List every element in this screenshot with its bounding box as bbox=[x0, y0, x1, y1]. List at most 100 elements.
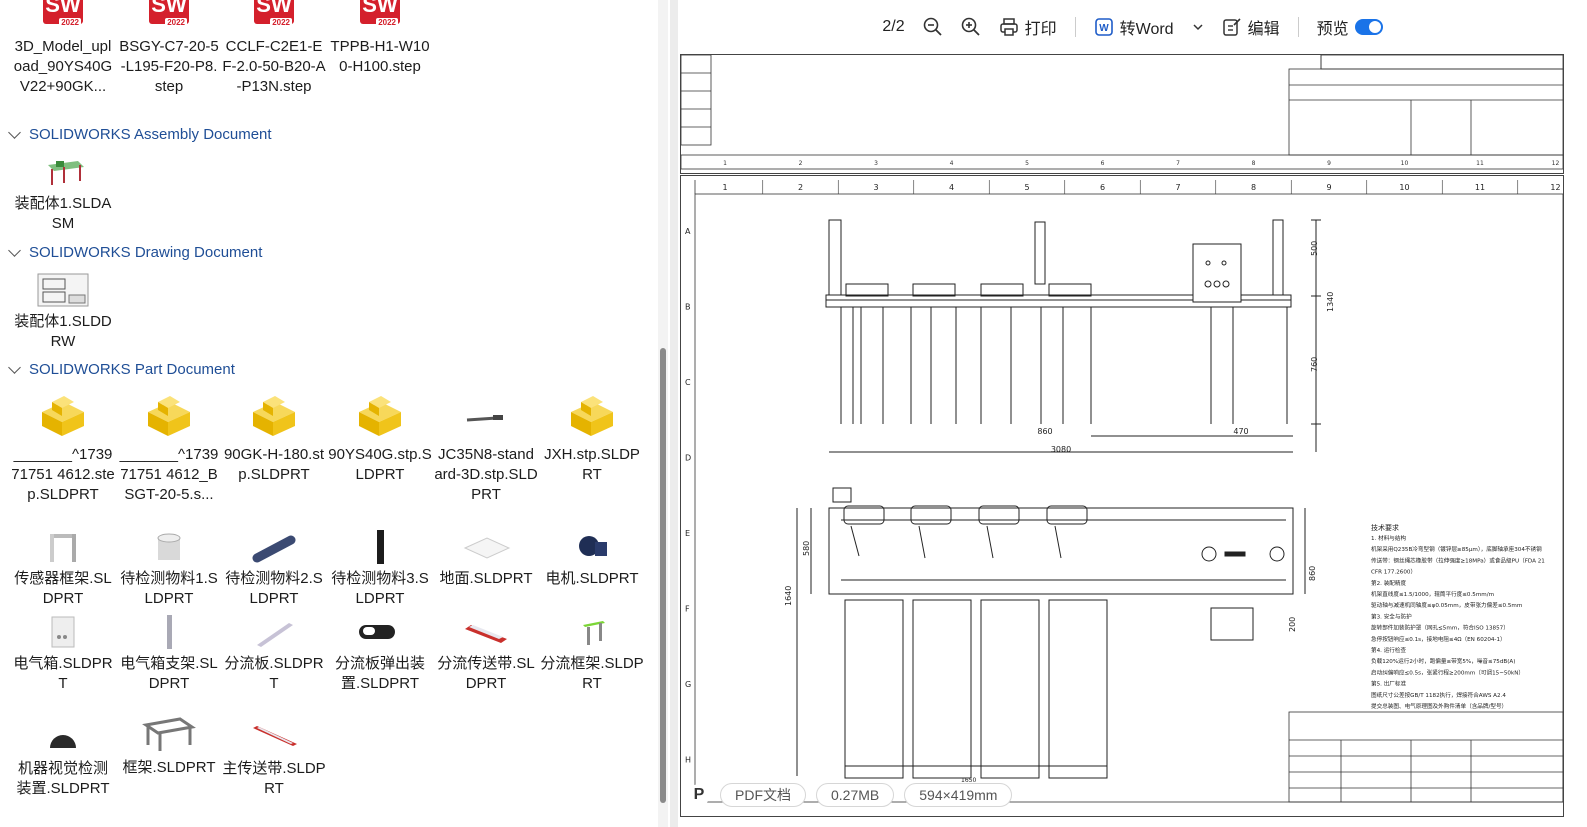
zoom-out-button[interactable] bbox=[923, 17, 943, 37]
note-line: 机架直线度≤1.5/1000，辊筒平行度≤0.5mm/m bbox=[1371, 590, 1494, 598]
file-name: JXH.stp.SLDPRT bbox=[544, 446, 640, 483]
print-label: 打印 bbox=[1024, 21, 1057, 38]
file-item[interactable]: 待检测物料2.SLDPRT bbox=[222, 530, 326, 609]
file-item[interactable]: JC35N8-standard-3D.stp.SLDPRT bbox=[434, 390, 538, 505]
file-item[interactable]: 分流板弹出装置.SLDPRT bbox=[328, 615, 432, 694]
file-item[interactable]: 待检测物料3.SLDPRT bbox=[328, 530, 432, 609]
sensor-frame-icon bbox=[34, 530, 92, 566]
file-item[interactable]: _______^173971751 4612.step.SLDPRT bbox=[11, 390, 115, 505]
file-item[interactable]: _______^173971751 4612_BSGT-20-5.s... bbox=[117, 390, 221, 505]
grid-col-label: 6 bbox=[1101, 160, 1105, 167]
file-item[interactable]: 传感器框架.SLDPRT bbox=[11, 530, 115, 609]
drawing-thumbnail-icon bbox=[34, 273, 92, 309]
file-item[interactable]: SW 2022 BSGY-C7-20-5-L195-F20-P8.step bbox=[117, 0, 221, 97]
file-item[interactable]: 机器视觉检测装置.SLDPRT bbox=[11, 720, 115, 799]
edit-icon bbox=[1222, 18, 1241, 36]
file-item[interactable]: 分流板.SLDPRT bbox=[222, 615, 326, 694]
file-name: 电气箱.SLDPRT bbox=[13, 655, 113, 692]
part-icon bbox=[245, 390, 303, 442]
file-item[interactable]: 电机.SLDPRT bbox=[540, 530, 644, 589]
dimension-860-plan: 860 bbox=[1308, 566, 1317, 581]
group-header-assembly[interactable]: SOLIDWORKS Assembly Document bbox=[8, 126, 272, 143]
toolbar-separator bbox=[1297, 17, 1299, 37]
file-item[interactable]: SW 2022 CCLF-C2E1-EF-2.0-50-B20-A-P13N.st… bbox=[222, 0, 326, 97]
toggle-switch[interactable] bbox=[1354, 19, 1383, 35]
file-item[interactable]: 分流传送带.SLDPRT bbox=[434, 615, 538, 694]
dimension-1640: 1640 bbox=[784, 586, 793, 606]
bar-part-icon bbox=[351, 530, 409, 566]
file-name: 电气箱支架.SLDPRT bbox=[120, 655, 218, 692]
ejector-device-icon bbox=[351, 615, 409, 651]
note-line: 急停按钮响应≤0.1s，接地电阻≤4Ω（EN 60204-1） bbox=[1371, 635, 1506, 643]
divert-frame-icon bbox=[563, 615, 621, 651]
file-name: 待检测物料2.SLDPRT bbox=[225, 570, 323, 607]
scrollbar-thumb[interactable] bbox=[660, 348, 666, 803]
assembly-icon bbox=[34, 155, 92, 191]
file-item[interactable]: 框架.SLDPRT bbox=[117, 715, 221, 778]
grid-col-label: 12 bbox=[1550, 183, 1560, 192]
file-item[interactable]: 待检测物料1.SLDPRT bbox=[117, 530, 221, 609]
grid-col-label: 9 bbox=[1326, 183, 1331, 192]
dimension-3080: 3080 bbox=[1051, 445, 1071, 454]
grid-col-label: 2 bbox=[799, 160, 803, 167]
svg-text:W: W bbox=[1099, 23, 1109, 34]
frame-part-icon bbox=[140, 715, 198, 755]
file-item[interactable]: 电气箱支架.SLDPRT bbox=[117, 615, 221, 694]
grid-col-label: 5 bbox=[1025, 160, 1029, 167]
viewer-status-bar: P PDF文档 0.27MB 594×419mm bbox=[688, 783, 1013, 807]
note-line: 机架采用Q235B冷弯型钢（镀锌层≥85μm），底脚轴承座304不锈钢 bbox=[1371, 545, 1542, 553]
chevron-down-icon bbox=[8, 126, 21, 139]
grid-col-label: 11 bbox=[1475, 183, 1485, 192]
edit-button[interactable]: 编辑 bbox=[1222, 15, 1280, 39]
file-item[interactable]: 装配体1.SLDDRW bbox=[11, 273, 115, 352]
file-name: _______^173971751 4612_BSGT-20-5.s... bbox=[119, 446, 219, 503]
file-item[interactable]: 地面.SLDPRT bbox=[434, 530, 538, 589]
more-dropdown-button[interactable] bbox=[1192, 21, 1204, 33]
cable-part-icon bbox=[457, 390, 515, 442]
group-header-part[interactable]: SOLIDWORKS Part Document bbox=[8, 361, 235, 378]
convert-to-word-button[interactable]: W 转Word bbox=[1094, 15, 1174, 39]
grid-col-label: 10 bbox=[1399, 183, 1409, 192]
file-name: 待检测物料3.SLDPRT bbox=[331, 570, 429, 607]
file-explorer-pane: SW 2022 3D_Model_upload_90YS40GV22+90GK..… bbox=[0, 0, 655, 827]
group-header-drawing[interactable]: SOLIDWORKS Drawing Document bbox=[8, 244, 262, 261]
pane-divider[interactable] bbox=[670, 0, 678, 827]
engineering-drawing: 1 2 3 4 5 6 7 8 9 10 11 12 ABCDEFGH 860 470 30 bbox=[685, 180, 1563, 803]
file-item[interactable]: 90GK-H-180.stp.SLDPRT bbox=[222, 390, 326, 485]
dimension-200: 200 bbox=[1288, 617, 1297, 632]
preview-label: 预览 bbox=[1316, 21, 1349, 38]
file-name: CCLF-C2E1-EF-2.0-50-B20-A-P13N.step bbox=[222, 38, 326, 95]
grid-col-label: 1 bbox=[723, 160, 727, 167]
solidworks-file-icon: SW 2022 bbox=[245, 0, 303, 34]
pdf-page-1: 1 2 3 4 5 6 7 8 9 10 11 12 bbox=[680, 54, 1564, 174]
note-line: CFR 177.2600） bbox=[1371, 569, 1416, 576]
dimension-860: 860 bbox=[1037, 427, 1052, 436]
file-item[interactable]: JXH.stp.SLDPRT bbox=[540, 390, 644, 485]
print-button[interactable]: 打印 bbox=[999, 15, 1057, 39]
grid-row-label: C bbox=[685, 378, 691, 387]
file-item[interactable]: SW 2022 TPPB-H1-W100-H100.step bbox=[328, 0, 432, 77]
preview-toggle[interactable]: 预览 bbox=[1317, 15, 1383, 39]
grid-row-label: D bbox=[685, 454, 691, 463]
file-item[interactable]: 90YS40G.stp.SLDPRT bbox=[328, 390, 432, 485]
file-item[interactable]: 电气箱.SLDPRT bbox=[11, 615, 115, 694]
file-name: 待检测物料1.SLDPRT bbox=[120, 570, 218, 607]
title-block bbox=[1288, 711, 1563, 803]
file-item[interactable]: SW 2022 3D_Model_upload_90YS40GV22+90GK..… bbox=[11, 0, 115, 97]
grid-col-label: 8 bbox=[1252, 160, 1256, 167]
grid-row-label: H bbox=[685, 756, 691, 765]
file-item[interactable]: 主传送带.SLDPRT bbox=[222, 720, 326, 799]
chevron-down-icon bbox=[8, 361, 21, 374]
zoom-in-button[interactable] bbox=[961, 17, 981, 37]
file-item[interactable]: 装配体1.SLDASM bbox=[11, 155, 115, 234]
file-name: 分流板.SLDPRT bbox=[224, 655, 324, 692]
file-item[interactable]: 分流框架.SLDPRT bbox=[540, 615, 644, 694]
file-name: 地面.SLDPRT bbox=[439, 570, 533, 587]
group-label: SOLIDWORKS Assembly Document bbox=[29, 126, 272, 143]
solidworks-file-icon: SW 2022 bbox=[34, 0, 92, 34]
zoom-in-icon bbox=[961, 17, 980, 36]
note-line: 图纸尺寸公差按GB/T 1182执行，焊接符合AWS A2.4 bbox=[1371, 691, 1506, 699]
note-line: 驱动轴与减速机同轴度≤φ0.05mm，皮带张力偏差≤0.5mm bbox=[1371, 601, 1522, 609]
grid-col-label: 7 bbox=[1175, 183, 1180, 192]
vision-dome-icon bbox=[34, 720, 92, 756]
